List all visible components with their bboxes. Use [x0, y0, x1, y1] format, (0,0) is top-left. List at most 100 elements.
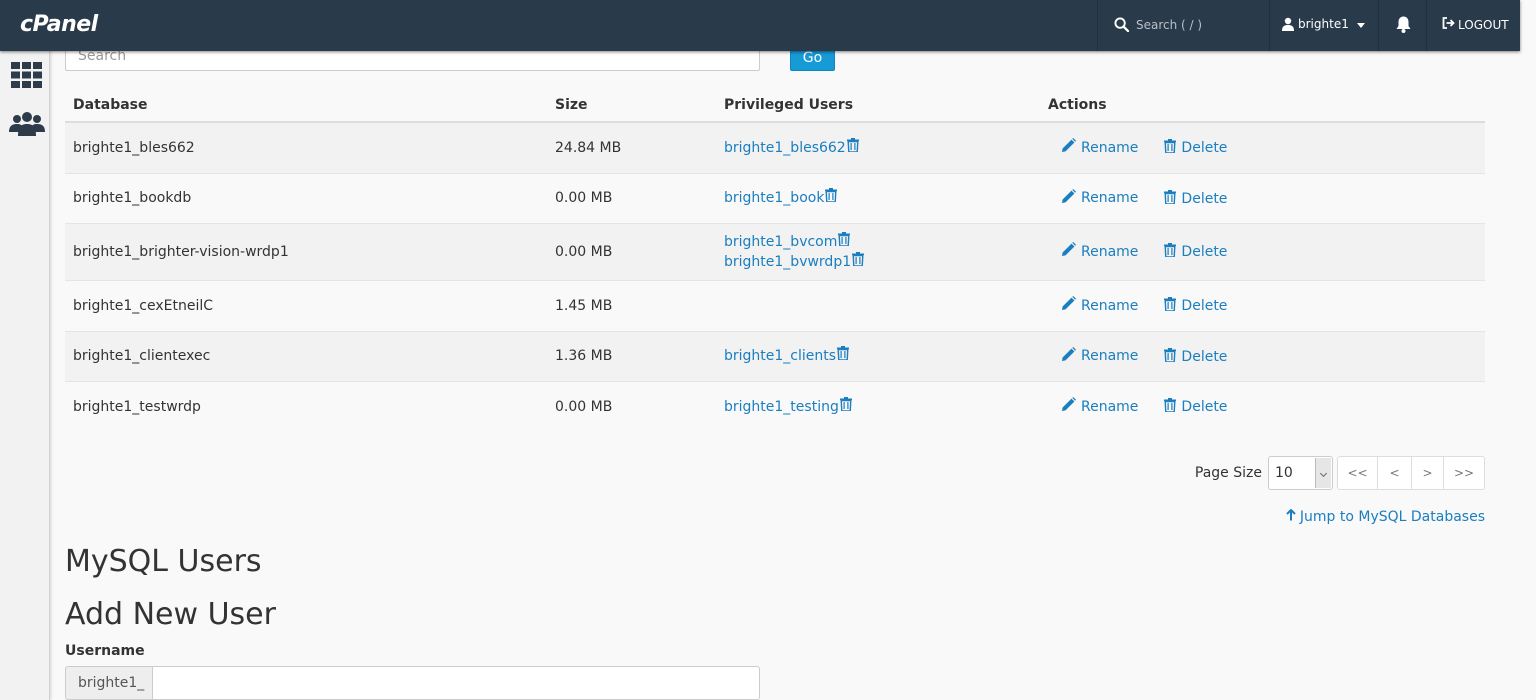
divider	[1378, 0, 1379, 51]
revoke-user-trash-icon[interactable]	[837, 346, 850, 366]
privileged-users-cell: brighte1_clients	[716, 330, 1040, 381]
prev-page-button[interactable]: <	[1378, 457, 1412, 489]
database-size: 0.00 MB	[547, 222, 716, 280]
jump-to-databases-link[interactable]: Jump to MySQL Databases	[1286, 508, 1485, 525]
delete-label: Delete	[1181, 298, 1228, 314]
privileged-user: brighte1_bvwrdp1	[724, 251, 1032, 272]
privileged-user: brighte1_testing	[724, 396, 1032, 417]
user-menu[interactable]: brighte1	[1270, 0, 1378, 51]
privileged-user-link[interactable]: brighte1_testing	[724, 397, 839, 417]
trash-icon	[1164, 189, 1177, 208]
delete-label: Delete	[1181, 244, 1228, 260]
username-input-group: brighte1_	[65, 666, 760, 700]
trash-icon	[1164, 398, 1177, 416]
privileged-user: brighte1_book	[724, 188, 1032, 208]
page-size-label: Page Size	[1194, 465, 1262, 481]
pencil-icon	[1061, 138, 1076, 157]
actions-cell: Rename Delete	[1040, 172, 1485, 223]
search-icon[interactable]	[1114, 17, 1130, 36]
pencil-icon	[1061, 188, 1076, 208]
revoke-user-trash-icon[interactable]	[839, 396, 852, 417]
privileged-user-link[interactable]: brighte1_bvwrdp1	[724, 252, 851, 272]
username-input[interactable]	[152, 666, 760, 700]
top-search-input[interactable]	[1136, 14, 1261, 36]
username-field-label: Username	[65, 643, 145, 659]
column-header-actions: Actions	[1040, 89, 1485, 123]
delete-button[interactable]: Delete	[1164, 243, 1227, 261]
privileged-user-link[interactable]: brighte1_bvcom	[724, 232, 837, 252]
revoke-user-trash-icon[interactable]	[838, 231, 851, 252]
table-row: brighte1_bookdb 0.00 MB brighte1_book Renam…	[65, 172, 1485, 223]
username-label: brighte1	[1298, 17, 1349, 31]
page-size-select[interactable]: 10	[1268, 456, 1333, 490]
database-name: brighte1_clientexec	[65, 330, 547, 381]
delete-button[interactable]: Delete	[1164, 189, 1228, 208]
column-header-privileged-users: Privileged Users	[716, 89, 1040, 123]
revoke-user-trash-icon[interactable]	[852, 251, 865, 272]
rename-button[interactable]: Rename	[1061, 138, 1138, 157]
database-name: brighte1_cexEtneilC	[65, 279, 547, 331]
rename-label: Rename	[1081, 139, 1139, 156]
database-size: 0.00 MB	[547, 172, 716, 223]
next-page-button[interactable]: >	[1412, 457, 1444, 489]
delete-button[interactable]: Delete	[1164, 139, 1227, 157]
pagination: Page Size 10 << < > >>	[1195, 456, 1485, 490]
rename-button[interactable]: Rename	[1061, 242, 1138, 261]
username-prefix: brighte1_	[65, 666, 152, 700]
database-name: brighte1_bles662	[65, 121, 547, 173]
table-row: brighte1_testwrdp 0.00 MB brighte1_testing…	[65, 380, 1485, 432]
users-group-icon[interactable]	[9, 112, 45, 140]
column-header-size[interactable]: Size	[547, 89, 716, 123]
trash-icon	[1164, 139, 1177, 157]
database-size: 1.45 MB	[547, 279, 716, 331]
chevron-down-icon	[1315, 458, 1331, 488]
database-size: 1.36 MB	[547, 330, 716, 381]
arrow-up-icon	[1286, 508, 1296, 525]
delete-label: Delete	[1181, 140, 1228, 157]
page-buttons: << < > >>	[1337, 456, 1485, 490]
delete-button[interactable]: Delete	[1164, 347, 1227, 366]
chevron-down-icon	[1357, 23, 1365, 28]
privileged-user-link[interactable]: brighte1_bles662	[724, 138, 846, 158]
rename-button[interactable]: Rename	[1061, 296, 1138, 315]
mysql-users-heading: MySQL Users	[65, 544, 262, 579]
actions-cell: Rename Delete	[1040, 121, 1485, 173]
logout-label: LOGOUT	[1458, 17, 1509, 32]
privileged-users-cell	[716, 279, 1040, 331]
delete-label: Delete	[1181, 399, 1228, 416]
rename-button[interactable]: Rename	[1061, 346, 1139, 366]
rename-label: Rename	[1081, 348, 1139, 364]
privileged-user-link[interactable]: brighte1_book	[724, 188, 824, 208]
trash-icon	[1164, 347, 1177, 366]
bell-icon[interactable]	[1396, 16, 1411, 37]
database-size: 24.84 MB	[547, 121, 716, 173]
logout-button[interactable]: LOGOUT	[1442, 17, 1509, 32]
rename-button[interactable]: Rename	[1061, 188, 1138, 208]
logout-icon	[1442, 17, 1455, 32]
revoke-user-trash-icon[interactable]	[846, 137, 859, 158]
table-row: brighte1_bles662 24.84 MB brighte1_bles662…	[65, 121, 1485, 173]
grid-icon[interactable]	[11, 62, 42, 92]
delete-label: Delete	[1181, 190, 1228, 207]
rename-button[interactable]: Rename	[1061, 397, 1138, 416]
first-page-button[interactable]: <<	[1338, 457, 1378, 489]
trash-icon	[1164, 243, 1177, 261]
top-bar: cPanel brighte1 LOGOUT	[0, 0, 1520, 51]
rename-label: Rename	[1081, 297, 1139, 314]
table-row: brighte1_cexEtneilC 1.45 MB Rename Delete	[65, 279, 1485, 331]
top-search[interactable]	[1098, 0, 1268, 51]
revoke-user-trash-icon[interactable]	[825, 188, 838, 208]
privileged-users-cell: brighte1_bvcom brighte1_bvwrdp1	[716, 222, 1040, 280]
privileged-user: brighte1_clients	[724, 346, 1032, 366]
page-size-value: 10	[1275, 465, 1293, 481]
table-row: brighte1_clientexec 1.36 MB brighte1_clien…	[65, 330, 1485, 381]
privileged-users-cell: brighte1_testing	[716, 380, 1040, 432]
privileged-user-link[interactable]: brighte1_clients	[724, 346, 836, 366]
trash-icon	[1164, 297, 1177, 315]
pencil-icon	[1061, 296, 1076, 315]
delete-button[interactable]: Delete	[1164, 398, 1227, 416]
column-header-database[interactable]: Database	[65, 89, 547, 123]
delete-button[interactable]: Delete	[1164, 297, 1227, 315]
last-page-button[interactable]: >>	[1444, 457, 1484, 489]
cpanel-logo[interactable]: cPanel	[20, 12, 98, 37]
